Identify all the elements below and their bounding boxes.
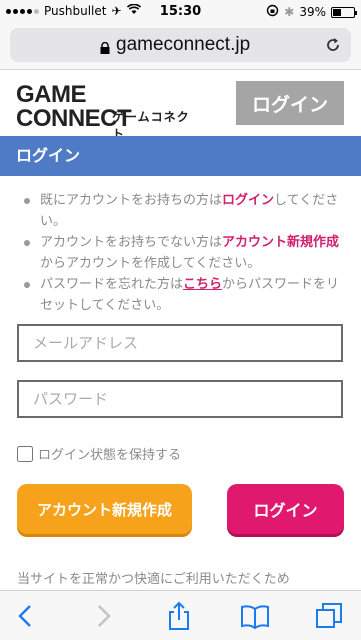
- remember-checkbox[interactable]: [17, 445, 33, 462]
- create-account-button[interactable]: アカウント新規作成: [17, 484, 192, 534]
- tabs-icon[interactable]: [314, 601, 344, 631]
- reset-password-link[interactable]: こちら: [183, 277, 222, 292]
- info-item-login: 既にアカウントをお持ちの方はログインしてください。: [22, 190, 347, 232]
- chevron-right-icon[interactable]: [88, 601, 118, 631]
- password-field[interactable]: [17, 380, 343, 418]
- info-item-create: アカウントをお持ちでない方はアカウント新規作成からアカウントを作成してください。: [22, 232, 347, 274]
- notice-text: 当サイトを正常かつ快適にご利用いただくため: [17, 572, 290, 587]
- url-field[interactable]: gameconnect.jp: [10, 28, 351, 62]
- info-text: アカウントをお持ちでない方は: [40, 235, 223, 250]
- info-list: 既にアカウントをお持ちの方はログインしてください。 アカウントをお持ちでない方は…: [0, 190, 361, 316]
- chevron-left-icon[interactable]: [12, 601, 42, 631]
- info-text: パスワードを忘れた方は: [40, 277, 184, 292]
- create-account-link[interactable]: アカウント新規作成: [222, 235, 339, 250]
- site-logo[interactable]: GAME CONNECT ゲームコネクト: [16, 83, 196, 142]
- reload-icon[interactable]: [324, 36, 342, 54]
- login-button[interactable]: ログイン: [227, 484, 344, 534]
- header-login-button[interactable]: ログイン: [236, 81, 344, 125]
- login-link[interactable]: ログイン: [222, 193, 274, 208]
- email-field[interactable]: [17, 324, 343, 362]
- url-text: gameconnect.jp: [116, 34, 251, 55]
- orientation-lock-icon: [266, 4, 279, 20]
- info-text: からアカウントを作成してください。: [40, 256, 261, 271]
- status-right: ✱ 39%: [266, 4, 357, 20]
- battery-fill: [333, 8, 341, 16]
- share-icon[interactable]: [164, 601, 194, 631]
- browser-toolbar: [0, 590, 361, 640]
- remember-label: ログイン状態を保持する: [38, 448, 182, 463]
- info-text: 既にアカウントをお持ちの方は: [40, 193, 223, 208]
- lock-icon: [99, 39, 111, 54]
- battery-icon: [331, 6, 357, 18]
- site-header: GAME CONNECT ゲームコネクト ログイン: [0, 71, 361, 142]
- info-item-reset: パスワードを忘れた方はこちらからパスワードをリセットしてください。: [22, 274, 347, 316]
- remember-login[interactable]: ログイン状態を保持する: [17, 444, 181, 463]
- section-title: ログイン: [0, 136, 361, 176]
- bluetooth-icon: ✱: [284, 5, 295, 19]
- status-bar: Pushbullet ✈ 15:30 ✱ 39%: [0, 0, 361, 22]
- browser-address-bar: gameconnect.jp: [0, 22, 361, 70]
- battery-percent: 39%: [299, 5, 326, 19]
- book-icon[interactable]: [240, 601, 270, 631]
